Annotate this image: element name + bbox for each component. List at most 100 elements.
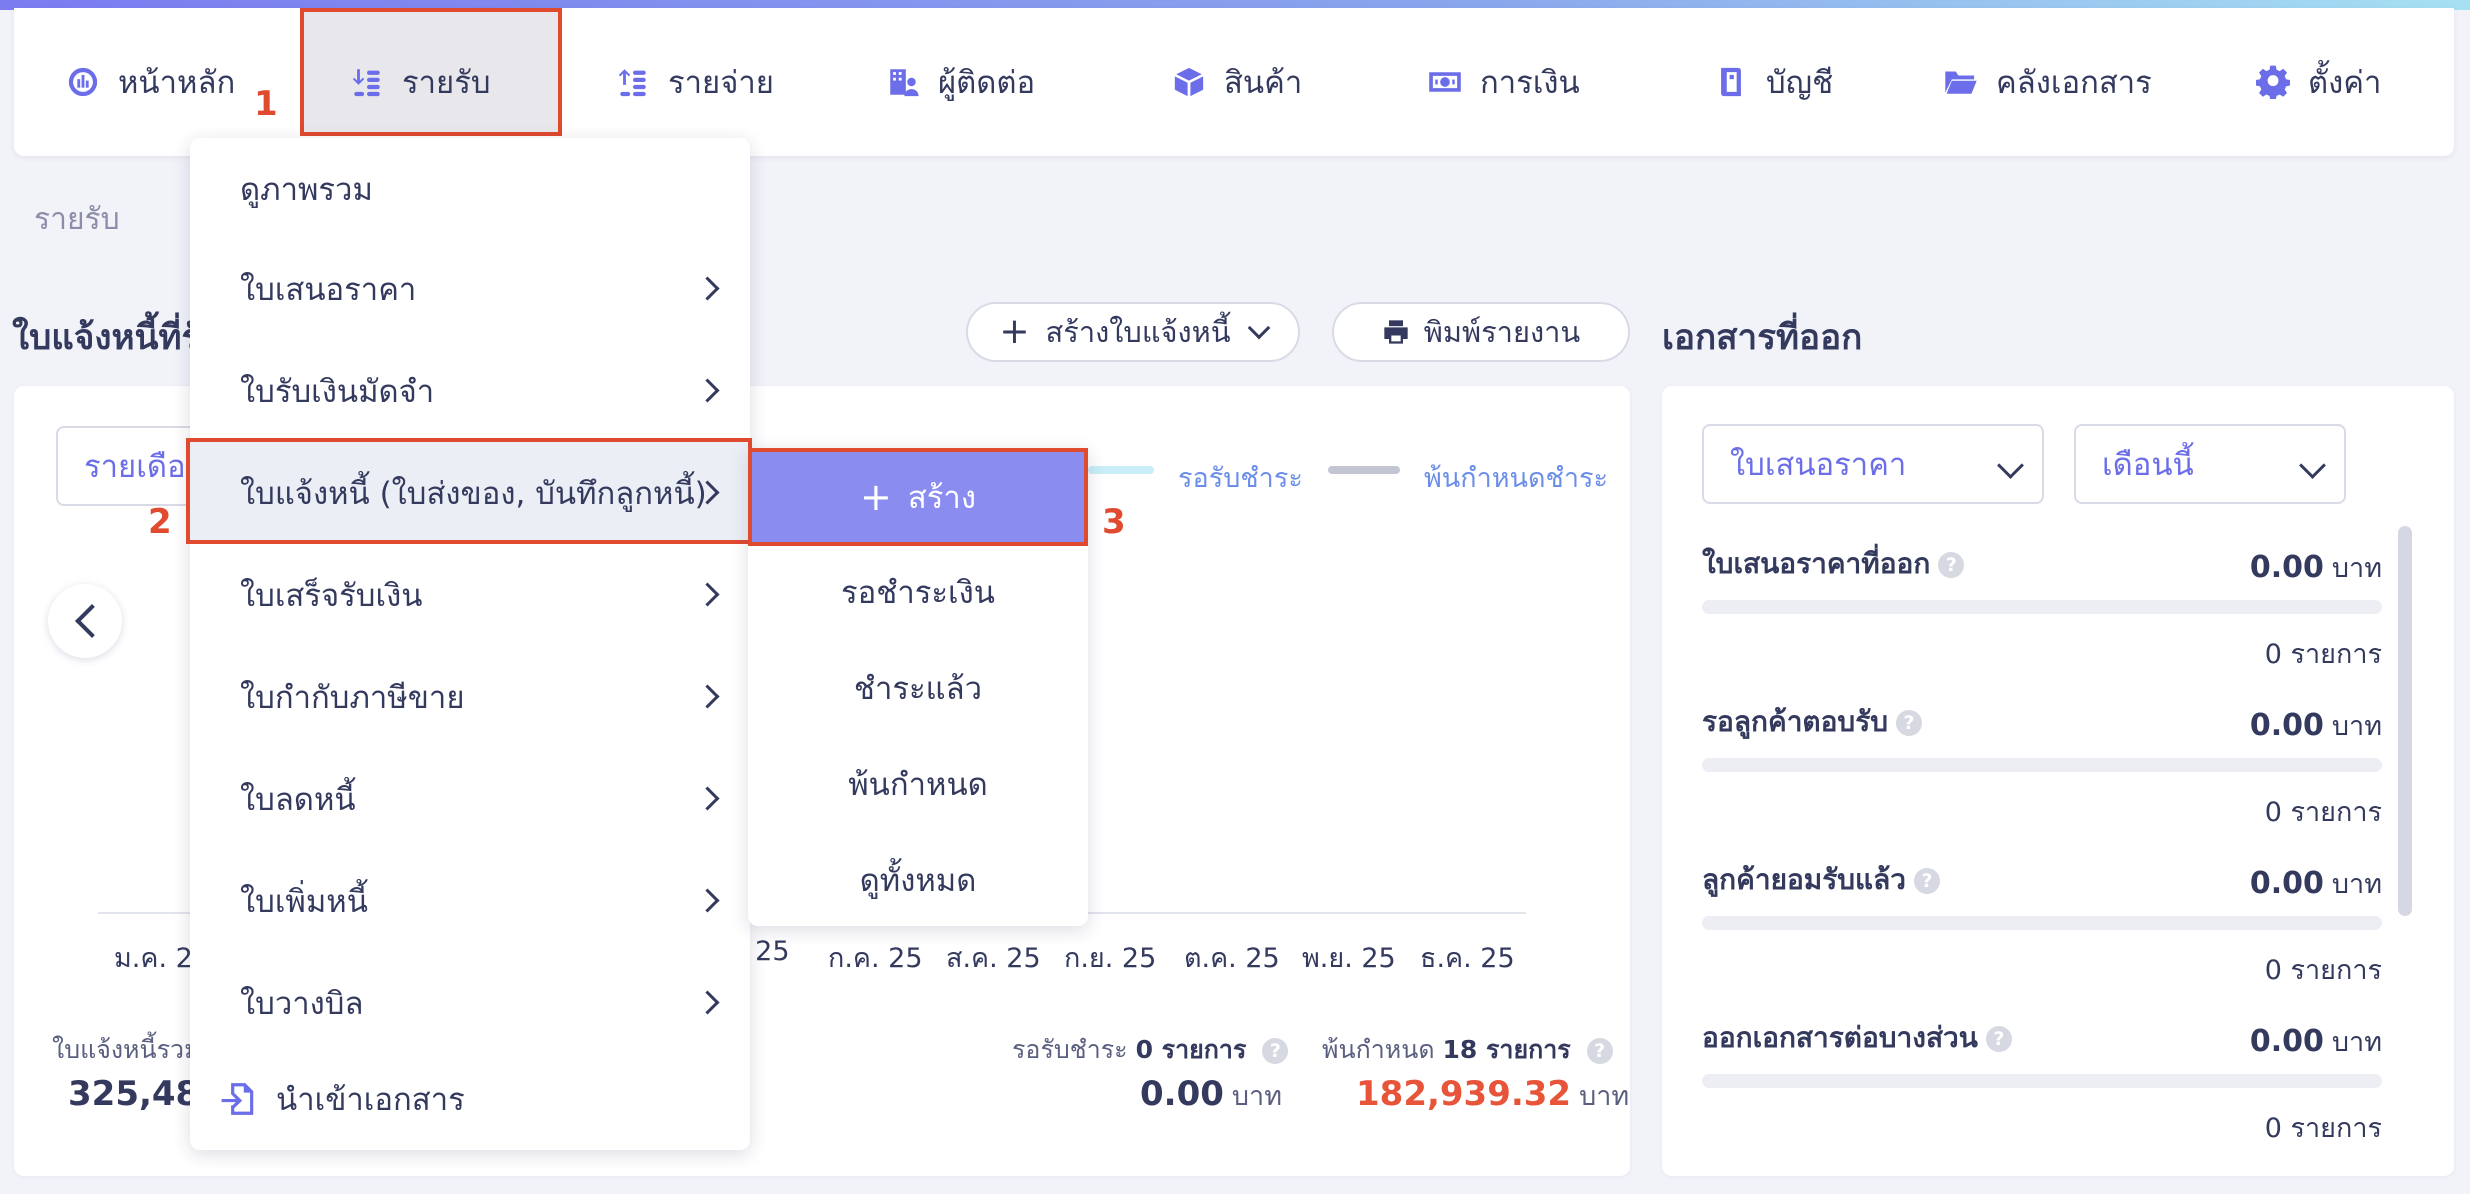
nav-item-home[interactable]: หน้าหลัก: [66, 8, 235, 156]
menu-item-receipt[interactable]: ใบเสร็จรับเงิน: [190, 544, 750, 646]
annotation-step-2: 2: [148, 502, 172, 542]
issued-row-count: 0 รายการ: [2264, 639, 2382, 670]
chevron-down-icon: [2299, 452, 2326, 479]
submenu-item-awaiting-payment[interactable]: รอชำระเงิน: [748, 544, 1088, 640]
box-icon: [1174, 67, 1204, 97]
x-tick-label: ธ.ค. 25: [1420, 943, 1515, 974]
menu-item-overview[interactable]: ดูภาพรวม: [190, 138, 750, 240]
total-invoice-label: ใบแจ้งหนี้รวม: [52, 1035, 201, 1064]
nav-item-settings[interactable]: ตั้งค่า: [2256, 8, 2381, 156]
x-tick-label: พ.ย. 25: [1302, 943, 1396, 974]
nav-item-contacts[interactable]: ผู้ติดต่อ: [886, 8, 1035, 156]
pending-amount-row: 0.00 บาท: [1140, 1074, 1282, 1117]
print-report-button[interactable]: พิมพ์รายงาน: [1332, 302, 1630, 362]
pending-unit: บาท: [1231, 1081, 1282, 1112]
x-tick-label: ต.ค. 25: [1184, 943, 1280, 974]
document-type-select[interactable]: ใบเสนอราคา: [1702, 424, 2044, 504]
overdue-amount: 182,939.32: [1356, 1074, 1572, 1114]
right-period-select[interactable]: เดือนนี้: [2074, 424, 2346, 504]
submenu-item-view-all[interactable]: ดูทั้งหมด: [748, 832, 1088, 928]
overdue-amount-row: 182,939.32 บาท: [1356, 1074, 1629, 1117]
accepted-row-count: 0 รายการ: [2264, 955, 2382, 986]
pending-summary: รอรับชำระ 0 รายการ ?: [1012, 1030, 1289, 1070]
overdue-summary: พ้นกำหนด 18 รายการ ?: [1322, 1030, 1613, 1070]
x-tick-label: ส.ค. 25: [946, 943, 1041, 974]
menu-item-billing-note[interactable]: ใบวางบิล: [190, 952, 750, 1054]
breadcrumb: รายรับ: [34, 202, 120, 237]
accepted-row-label: ลูกค้ายอมรับแล้ว?: [1702, 858, 1940, 902]
partial-row-count: 0 รายการ: [2264, 1113, 2382, 1144]
nav-item-expense[interactable]: รายจ่าย: [616, 8, 774, 156]
menu-item-invoice[interactable]: ใบแจ้งหนี้ (ใบส่งของ, บันทึกลูกหนี้): [190, 442, 750, 544]
book-icon: [1721, 67, 1741, 97]
printer-icon: [1384, 320, 1408, 344]
legend-pending-swatch: [1088, 466, 1154, 474]
accepted-row-progress: [1702, 916, 2382, 930]
chevron-right-icon: [695, 888, 720, 913]
nav-item-accounting[interactable]: บัญชี: [1714, 8, 1833, 156]
menu-item-deposit-receipt[interactable]: ใบรับเงินมัดจำ: [190, 340, 750, 442]
help-icon[interactable]: ?: [1262, 1038, 1289, 1064]
chart-prev-button[interactable]: [48, 584, 122, 658]
nav-label: การเงิน: [1480, 65, 1580, 101]
nav-label: บัญชี: [1766, 65, 1834, 101]
awaiting-row-amount: 0.00 บาท: [2249, 708, 2382, 743]
nav-item-documents[interactable]: คลังเอกสาร: [1944, 8, 2152, 156]
pending-amount: 0.00: [1140, 1074, 1224, 1114]
issued-row-label: ใบเสนอราคาที่ออก?: [1702, 542, 1965, 586]
top-navigation: หน้าหลัก รายรับ รายจ่าย ผู้ติดต่อ สินค้า…: [14, 8, 2454, 156]
overdue-label: พ้นกำหนด: [1322, 1035, 1435, 1064]
awaiting-row-label: รอลูกค้าตอบรับ?: [1702, 700, 1923, 744]
awaiting-row-progress: [1702, 758, 2382, 772]
menu-item-tax-invoice[interactable]: ใบกำกับภาษีขาย: [190, 646, 750, 748]
menu-item-quotation[interactable]: ใบเสนอราคา: [190, 238, 750, 340]
document-type-value: ใบเสนอราคา: [1730, 447, 1907, 483]
legend-overdue-label: พ้นกำหนดชำระ: [1424, 463, 1609, 494]
submenu-create-label: สร้าง: [907, 480, 976, 516]
nav-label: รายจ่าย: [668, 65, 774, 101]
chevron-right-icon: [695, 378, 720, 403]
right-period-value: เดือนนี้: [2102, 447, 2194, 483]
issued-documents-title: เอกสารที่ออก: [1662, 318, 1863, 358]
create-invoice-button[interactable]: + สร้างใบแจ้งหนี้: [966, 302, 1300, 362]
nav-item-income[interactable]: รายรับ: [350, 8, 491, 156]
help-icon[interactable]: ?: [1586, 1038, 1613, 1064]
menu-item-import[interactable]: นำเข้าเอกสาร: [190, 1048, 750, 1150]
submenu-item-overdue[interactable]: พ้นกำหนด: [748, 736, 1088, 832]
pending-count: 0 รายการ: [1135, 1035, 1247, 1064]
chevron-down-icon: [1997, 452, 2024, 479]
menu-item-debit-note[interactable]: ใบเพิ่มหนี้: [190, 850, 750, 952]
contacts-icon: [890, 69, 919, 97]
chevron-right-icon: [695, 582, 720, 607]
plus-icon: +: [999, 311, 1030, 352]
menu-item-credit-note[interactable]: ใบลดหนี้: [190, 748, 750, 850]
help-icon[interactable]: ?: [1913, 868, 1940, 894]
overdue-count: 18 รายการ: [1442, 1035, 1571, 1064]
awaiting-row-count: 0 รายการ: [2264, 797, 2382, 828]
nav-label: สินค้า: [1224, 65, 1303, 101]
income-icon: [352, 69, 380, 97]
partial-row-amount: 0.00 บาท: [2249, 1024, 2382, 1059]
chevron-down-icon: [1247, 316, 1270, 340]
x-tick-label: ก.ย. 25: [1064, 943, 1157, 974]
help-icon[interactable]: ?: [1985, 1026, 2012, 1052]
print-report-label: พิมพ์รายงาน: [1423, 315, 1581, 349]
chevron-right-icon: [695, 990, 720, 1015]
nav-item-finance[interactable]: การเงิน: [1428, 8, 1580, 156]
pending-label: รอรับชำระ: [1012, 1035, 1128, 1064]
legend-pending-label: รอรับชำระ: [1178, 463, 1303, 494]
chevron-right-icon: [695, 276, 720, 301]
expense-icon: [618, 69, 646, 97]
submenu-create-button[interactable]: + สร้าง: [748, 448, 1088, 546]
submenu-item-paid[interactable]: ชำระแล้ว: [748, 640, 1088, 736]
annotation-step-1: 1: [254, 84, 278, 124]
plus-icon: +: [860, 475, 892, 519]
help-icon[interactable]: ?: [1896, 710, 1923, 736]
nav-item-products[interactable]: สินค้า: [1172, 8, 1302, 156]
help-icon[interactable]: ?: [1938, 552, 1965, 578]
right-panel-scrollbar[interactable]: [2398, 526, 2412, 916]
x-tick-label: ก.ค. 25: [828, 943, 923, 974]
folder-icon: [1945, 71, 1977, 94]
chevron-right-icon: [695, 786, 720, 811]
accepted-row-amount: 0.00 บาท: [2249, 866, 2382, 901]
